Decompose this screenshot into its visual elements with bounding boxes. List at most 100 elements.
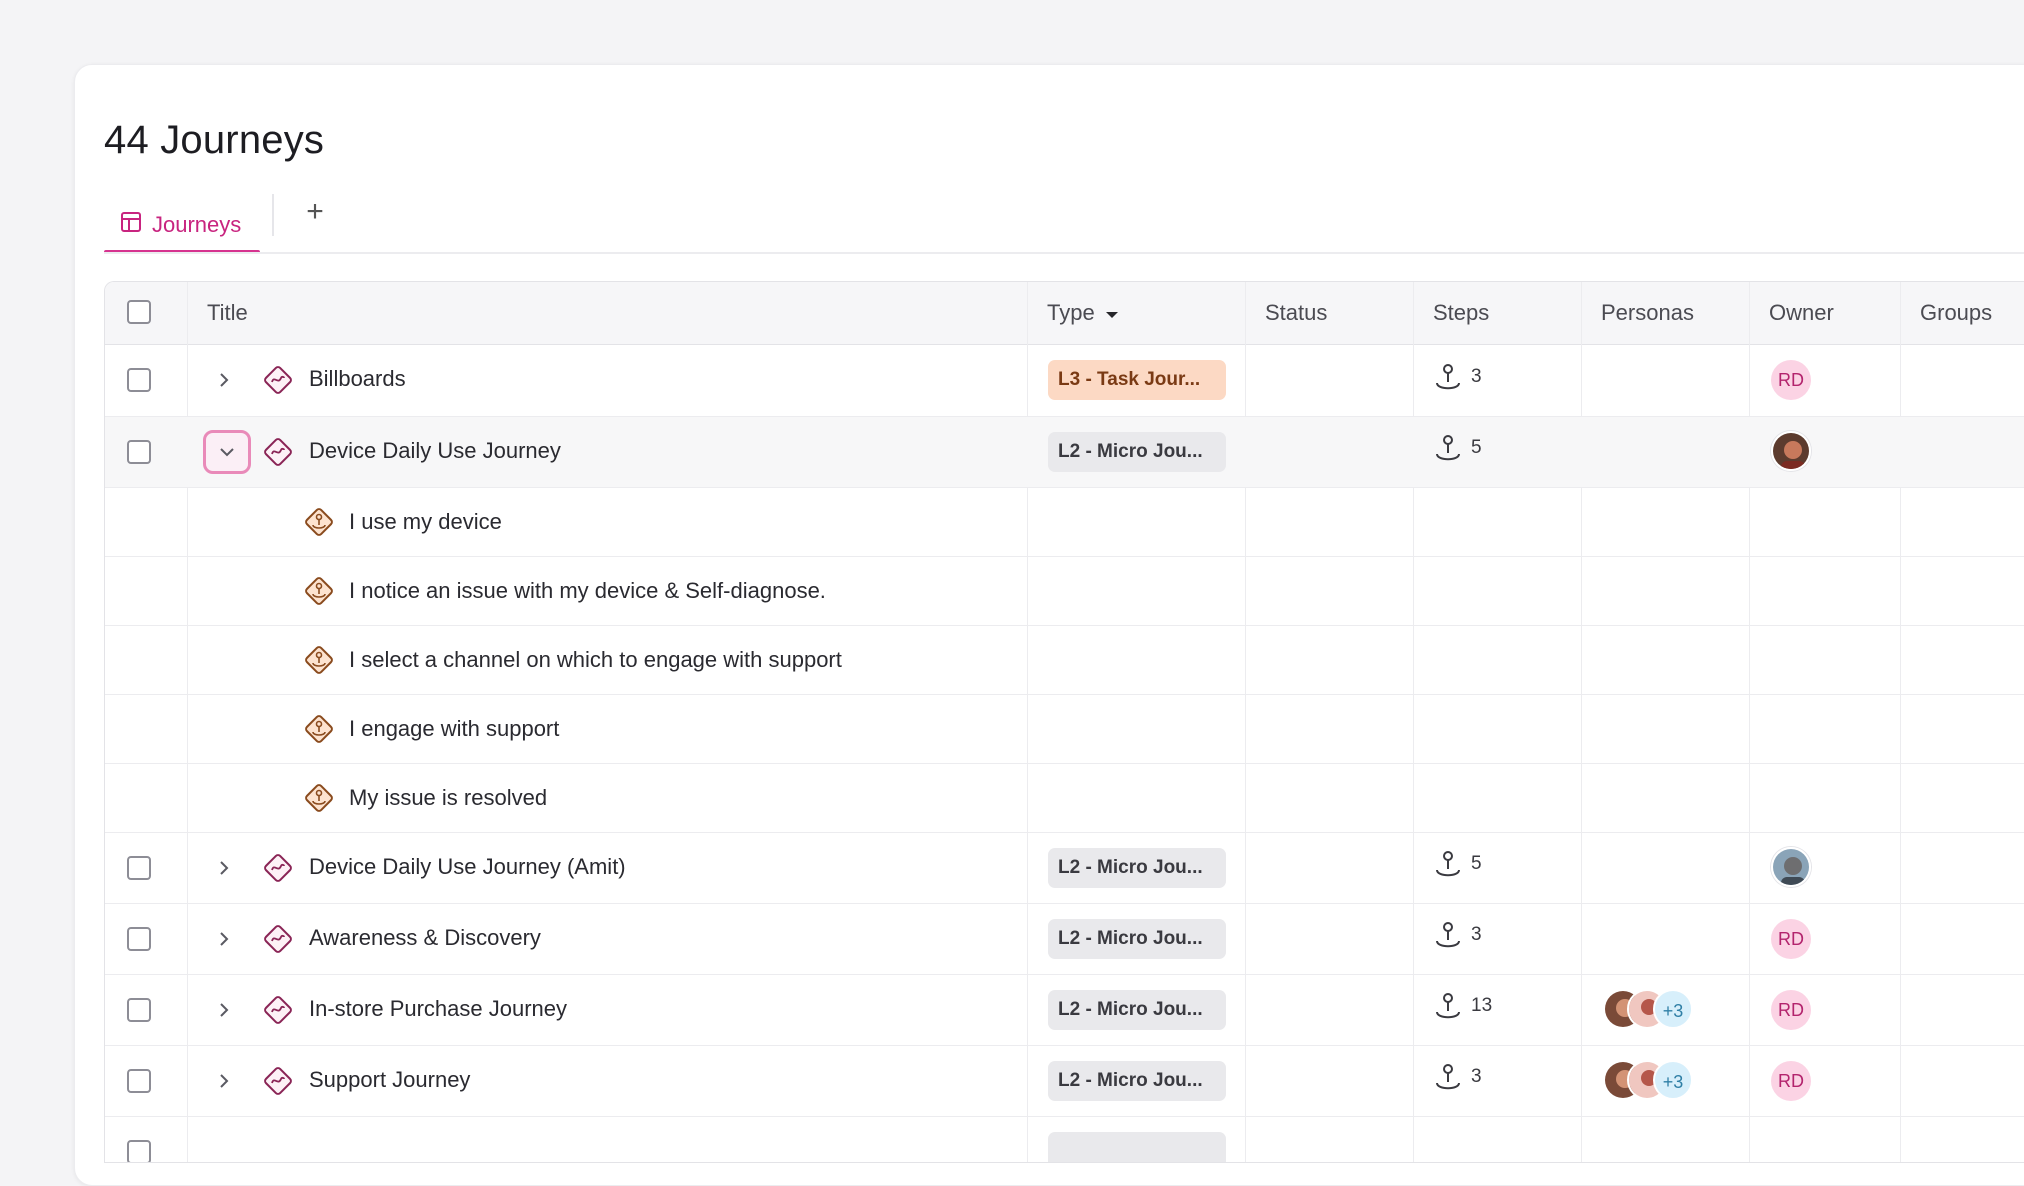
expand-button[interactable] bbox=[209, 365, 239, 395]
table-header: Title Type Status Steps Personas Owner G… bbox=[105, 282, 2024, 345]
tab-label: Journeys bbox=[152, 212, 242, 237]
steps-icon bbox=[1436, 364, 1460, 390]
personas-more-badge[interactable]: +3 bbox=[1653, 989, 1693, 1029]
row-checkbox[interactable] bbox=[127, 1140, 151, 1162]
chevron-right-icon bbox=[220, 1003, 229, 1017]
type-badge[interactable]: L2 - Micro Jou... bbox=[1048, 848, 1226, 888]
chevron-right-icon bbox=[220, 932, 229, 946]
journey-icon bbox=[264, 854, 292, 882]
tab-separator bbox=[272, 194, 274, 236]
steps-count: 5 bbox=[1433, 433, 1482, 463]
column-owner[interactable]: Owner bbox=[1769, 282, 1834, 344]
table-row[interactable]: Billboards L3 - Task Jour... 3 RD bbox=[105, 345, 2024, 417]
step-icon bbox=[305, 577, 333, 605]
personas-stack[interactable]: +3 bbox=[1603, 989, 1703, 1031]
steps-count: 3 bbox=[1433, 1062, 1482, 1092]
owner-avatar[interactable]: RD bbox=[1771, 1061, 1811, 1101]
table-row-partial[interactable] bbox=[105, 1117, 2024, 1162]
row-title[interactable]: Device Daily Use Journey (Amit) bbox=[309, 854, 626, 880]
steps-value: 3 bbox=[1471, 1066, 1482, 1087]
expand-button[interactable] bbox=[209, 924, 239, 954]
expand-button[interactable] bbox=[209, 1066, 239, 1096]
journeys-table: Title Type Status Steps Personas Owner G… bbox=[104, 281, 2024, 1163]
steps-value: 3 bbox=[1471, 924, 1482, 945]
column-steps[interactable]: Steps bbox=[1433, 282, 1489, 344]
steps-count: 5 bbox=[1433, 849, 1482, 879]
column-personas[interactable]: Personas bbox=[1601, 282, 1694, 344]
row-checkbox[interactable] bbox=[127, 856, 151, 880]
add-tab-button[interactable]: + bbox=[300, 195, 330, 228]
step-title[interactable]: I notice an issue with my device & Self-… bbox=[349, 578, 826, 604]
step-title[interactable]: My issue is resolved bbox=[349, 785, 547, 811]
type-badge[interactable]: L2 - Micro Jou... bbox=[1048, 432, 1226, 472]
column-type[interactable]: Type bbox=[1047, 282, 1119, 344]
journey-icon bbox=[264, 925, 292, 953]
table-row[interactable]: Device Daily Use Journey L2 - Micro Jou.… bbox=[105, 417, 2024, 488]
steps-icon bbox=[1436, 435, 1460, 461]
step-row[interactable]: I select a channel on which to engage wi… bbox=[105, 626, 2024, 695]
step-icon bbox=[305, 646, 333, 674]
select-all-checkbox[interactable] bbox=[127, 300, 151, 324]
plus-icon: + bbox=[306, 195, 324, 228]
chevron-down-icon bbox=[220, 448, 234, 457]
row-checkbox[interactable] bbox=[127, 1069, 151, 1093]
steps-count: 13 bbox=[1433, 991, 1492, 1021]
column-groups[interactable]: Groups bbox=[1920, 282, 1992, 344]
tabs-divider bbox=[104, 252, 2024, 254]
personas-more-badge[interactable]: +3 bbox=[1653, 1060, 1693, 1100]
row-checkbox[interactable] bbox=[127, 368, 151, 392]
journey-icon bbox=[264, 996, 292, 1024]
step-row[interactable]: I notice an issue with my device & Self-… bbox=[105, 557, 2024, 626]
expand-button[interactable] bbox=[209, 853, 239, 883]
type-badge[interactable]: L3 - Task Jour... bbox=[1048, 360, 1226, 400]
step-row[interactable]: My issue is resolved bbox=[105, 764, 2024, 833]
row-title[interactable]: Support Journey bbox=[309, 1067, 470, 1093]
step-row[interactable]: I engage with support bbox=[105, 695, 2024, 764]
journey-icon bbox=[264, 1067, 292, 1095]
step-title[interactable]: I use my device bbox=[349, 509, 502, 535]
page-title: 44 Journeys bbox=[104, 118, 325, 162]
step-row[interactable]: I use my device bbox=[105, 488, 2024, 557]
steps-icon bbox=[1436, 922, 1460, 948]
column-title[interactable]: Title bbox=[207, 282, 248, 344]
steps-value: 13 bbox=[1471, 995, 1493, 1016]
owner-avatar[interactable]: RD bbox=[1771, 919, 1811, 959]
caret-down-icon bbox=[1105, 282, 1119, 344]
personas-stack[interactable]: +3 bbox=[1603, 1060, 1703, 1102]
owner-avatar[interactable]: RD bbox=[1771, 360, 1811, 400]
row-title[interactable]: Awareness & Discovery bbox=[309, 925, 541, 951]
type-badge[interactable]: L2 - Micro Jou... bbox=[1048, 919, 1226, 959]
step-icon bbox=[305, 508, 333, 536]
row-checkbox[interactable] bbox=[127, 440, 151, 464]
row-title[interactable]: Device Daily Use Journey bbox=[309, 438, 561, 464]
steps-icon bbox=[1436, 993, 1460, 1019]
steps-value: 5 bbox=[1471, 437, 1482, 458]
step-icon bbox=[305, 715, 333, 743]
steps-value: 3 bbox=[1471, 366, 1482, 387]
step-title[interactable]: I engage with support bbox=[349, 716, 559, 742]
type-badge[interactable]: L2 - Micro Jou... bbox=[1048, 1061, 1226, 1101]
row-checkbox[interactable] bbox=[127, 927, 151, 951]
table-row[interactable]: Support Journey L2 - Micro Jou... 3 +3 R… bbox=[105, 1046, 2024, 1117]
journey-icon bbox=[264, 438, 292, 466]
owner-avatar[interactable] bbox=[1771, 431, 1811, 471]
collapse-button[interactable] bbox=[203, 430, 251, 474]
steps-value: 5 bbox=[1471, 853, 1482, 874]
owner-avatar[interactable] bbox=[1771, 847, 1811, 887]
row-checkbox[interactable] bbox=[127, 998, 151, 1022]
step-title[interactable]: I select a channel on which to engage wi… bbox=[349, 647, 842, 673]
tab-journeys[interactable]: Journeys bbox=[104, 196, 260, 254]
column-status[interactable]: Status bbox=[1265, 282, 1327, 344]
table-row[interactable]: Awareness & Discovery L2 - Micro Jou... … bbox=[105, 904, 2024, 975]
column-type-label: Type bbox=[1047, 300, 1095, 325]
row-title[interactable]: In-store Purchase Journey bbox=[309, 996, 567, 1022]
table-row[interactable]: In-store Purchase Journey L2 - Micro Jou… bbox=[105, 975, 2024, 1046]
type-badge[interactable]: L2 - Micro Jou... bbox=[1048, 990, 1226, 1030]
table-row[interactable]: Device Daily Use Journey (Amit) L2 - Mic… bbox=[105, 833, 2024, 904]
step-icon bbox=[305, 784, 333, 812]
owner-avatar[interactable]: RD bbox=[1771, 990, 1811, 1030]
journey-icon bbox=[264, 366, 292, 394]
expand-button[interactable] bbox=[209, 995, 239, 1025]
row-title[interactable]: Billboards bbox=[309, 366, 406, 392]
steps-count: 3 bbox=[1433, 362, 1482, 392]
